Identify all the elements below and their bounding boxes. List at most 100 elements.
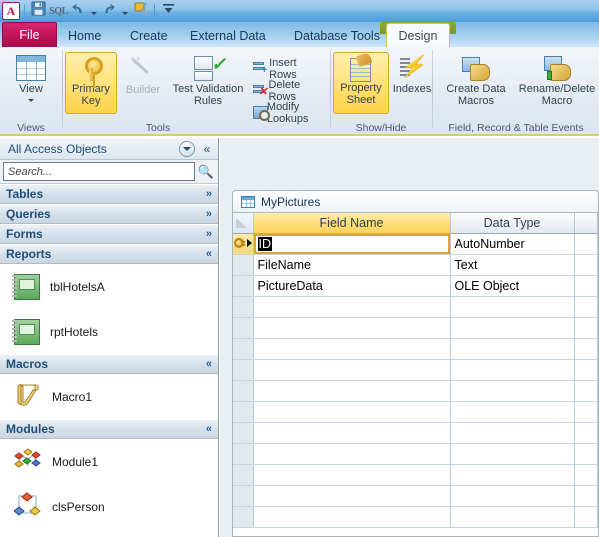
cell-description[interactable]	[574, 338, 598, 360]
cell-data-type[interactable]	[450, 506, 575, 528]
cell-description[interactable]	[574, 485, 598, 507]
select-all-corner[interactable]	[233, 213, 254, 234]
tab-external-data[interactable]: External Data	[182, 24, 274, 47]
row-selector[interactable]	[233, 485, 254, 507]
cell-field-name[interactable]: FileName	[253, 254, 451, 276]
primary-key-button[interactable]: Primary Key	[65, 52, 117, 114]
chevron-double-down-icon[interactable]: »	[206, 208, 212, 220]
cell-data-type[interactable]	[450, 485, 575, 507]
double-chevron-left-icon[interactable]: «	[199, 142, 215, 156]
cell-field-name[interactable]	[253, 338, 451, 360]
cell-data-type[interactable]	[450, 296, 575, 318]
row-selector[interactable]	[233, 422, 254, 444]
tab-create[interactable]: Create	[122, 24, 176, 47]
column-header-field-name[interactable]: Field Name	[253, 213, 451, 234]
search-input[interactable]: Search...	[3, 162, 195, 181]
modify-lookups-button[interactable]: Modify Lookups	[253, 101, 315, 125]
row-selector[interactable]	[233, 359, 254, 381]
cell-data-type[interactable]	[450, 380, 575, 402]
cell-data-type[interactable]: OLE Object	[450, 275, 575, 297]
table-row[interactable]: ID AutoNumber	[233, 233, 598, 255]
row-selector-primary-key[interactable]	[233, 233, 254, 255]
cell-data-type[interactable]: Text	[450, 254, 575, 276]
row-selector[interactable]	[233, 275, 254, 297]
nav-item-class1[interactable]: Class1	[0, 529, 218, 537]
save-button[interactable]	[29, 1, 48, 20]
tab-home[interactable]: Home	[60, 24, 109, 47]
insert-rows-button[interactable]: + Insert Rows	[253, 57, 313, 81]
nav-item-rpthotels[interactable]: rptHotels	[0, 309, 218, 354]
cell-description[interactable]	[574, 359, 598, 381]
nav-group-modules[interactable]: Modules «	[0, 419, 218, 439]
cell-field-name[interactable]	[253, 380, 451, 402]
cell-description[interactable]	[574, 443, 598, 465]
undo-button[interactable]	[69, 2, 88, 20]
table-row[interactable]: PictureData OLE Object	[233, 275, 598, 297]
redo-dropdown[interactable]	[120, 2, 130, 20]
row-selector[interactable]	[233, 443, 254, 465]
cell-field-name[interactable]	[253, 443, 451, 465]
nav-group-reports[interactable]: Reports «	[0, 244, 218, 264]
access-logo-icon[interactable]: A	[2, 2, 20, 20]
nav-group-tables[interactable]: Tables »	[0, 184, 218, 204]
cell-field-name[interactable]: PictureData	[253, 275, 451, 297]
test-validation-rules-button[interactable]: ✓ Test Validation Rules	[169, 52, 247, 107]
cell-data-type[interactable]: AutoNumber	[450, 233, 575, 255]
table-row-empty[interactable]	[233, 422, 598, 444]
property-sheet-button[interactable]: Property Sheet	[333, 52, 389, 114]
cell-data-type[interactable]	[450, 338, 575, 360]
cell-description[interactable]	[574, 380, 598, 402]
table-row-empty[interactable]	[233, 464, 598, 486]
tab-database-tools[interactable]: Database Tools	[286, 24, 388, 47]
table-row-empty[interactable]	[233, 380, 598, 402]
cell-data-type[interactable]	[450, 359, 575, 381]
cell-field-name[interactable]	[253, 401, 451, 423]
cell-field-name[interactable]	[253, 485, 451, 507]
nav-group-queries[interactable]: Queries »	[0, 204, 218, 224]
cell-field-name[interactable]	[253, 359, 451, 381]
nav-group-forms[interactable]: Forms »	[0, 224, 218, 244]
row-selector[interactable]	[233, 380, 254, 402]
cell-field-name[interactable]: ID	[253, 233, 451, 255]
chevron-double-up-icon[interactable]: «	[206, 358, 212, 370]
row-selector[interactable]	[233, 296, 254, 318]
table-row-empty[interactable]	[233, 359, 598, 381]
cell-description[interactable]	[574, 422, 598, 444]
nav-item-clsperson[interactable]: clsPerson	[0, 484, 218, 529]
column-header-description[interactable]	[574, 213, 598, 234]
chevron-down-icon[interactable]	[28, 98, 34, 102]
cell-data-type[interactable]	[450, 317, 575, 339]
chevron-double-up-icon[interactable]: «	[206, 423, 212, 435]
view-button[interactable]: View	[8, 52, 54, 102]
nav-item-macro1[interactable]: Macro1	[0, 374, 218, 419]
cell-description[interactable]	[574, 464, 598, 486]
builder-button[interactable]: Builder	[119, 52, 167, 97]
nav-item-tblhotelsa[interactable]: tblHotelsA	[0, 264, 218, 309]
chevron-down-icon[interactable]	[179, 140, 195, 157]
create-data-macros-button[interactable]: Create Data Macros	[435, 52, 517, 107]
cell-description[interactable]	[574, 317, 598, 339]
cell-data-type[interactable]	[450, 422, 575, 444]
tab-design[interactable]: Design	[386, 23, 450, 47]
table-row[interactable]: FileName Text	[233, 254, 598, 276]
cell-field-name[interactable]	[253, 296, 451, 318]
nav-item-module1[interactable]: Module1	[0, 439, 218, 484]
chevron-double-up-icon[interactable]: «	[206, 248, 212, 260]
sql-button[interactable]: SQL	[49, 2, 68, 20]
cell-description[interactable]	[574, 296, 598, 318]
cell-field-name[interactable]	[253, 422, 451, 444]
table-row-empty[interactable]	[233, 338, 598, 360]
row-selector[interactable]	[233, 401, 254, 423]
cell-data-type[interactable]	[450, 464, 575, 486]
cell-field-name[interactable]	[253, 464, 451, 486]
cell-data-type[interactable]	[450, 401, 575, 423]
row-selector[interactable]	[233, 338, 254, 360]
redo-button[interactable]	[100, 2, 119, 20]
cell-description[interactable]	[574, 506, 598, 528]
cell-field-name[interactable]	[253, 506, 451, 528]
chevron-double-down-icon[interactable]: »	[206, 228, 212, 240]
indexes-button[interactable]: ⚡ Indexes	[389, 52, 435, 96]
table-row-empty[interactable]	[233, 506, 598, 528]
cell-description[interactable]	[574, 254, 598, 276]
row-selector[interactable]	[233, 506, 254, 528]
